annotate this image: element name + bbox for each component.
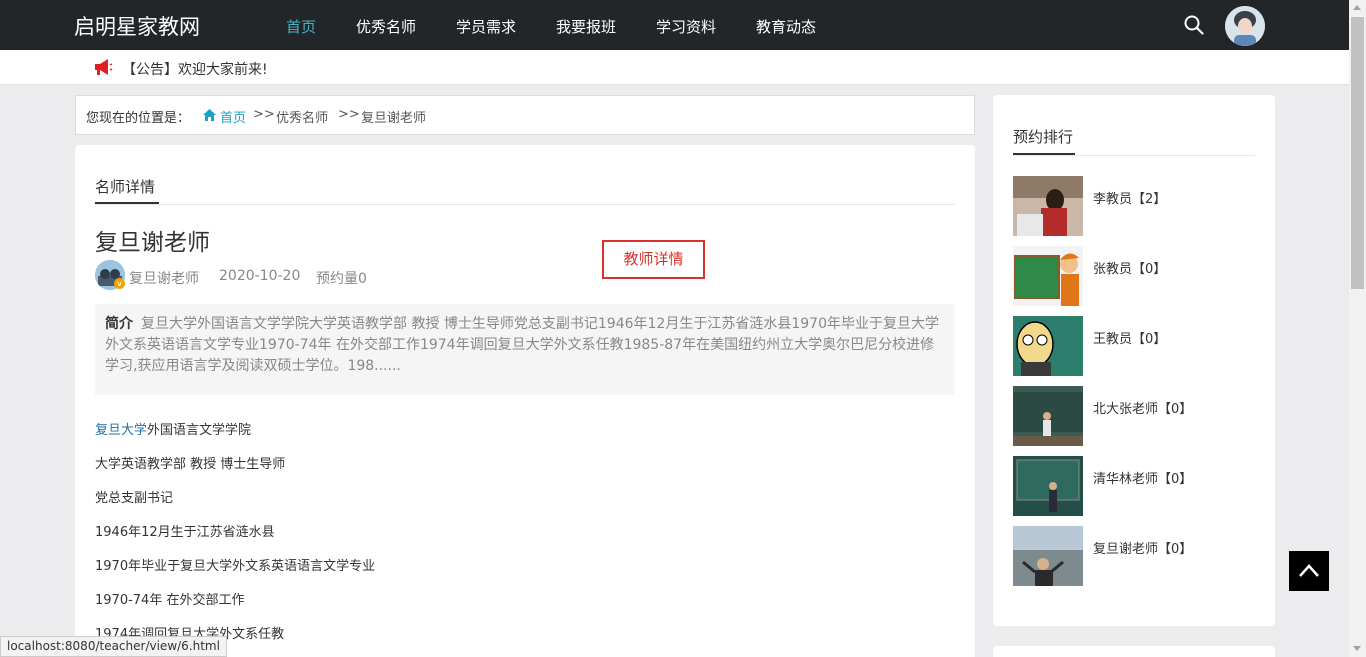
nav-home[interactable]: 首页 [286,16,316,37]
user-avatar[interactable] [1225,6,1265,46]
meta-date: 2020-10-20 [219,268,301,284]
booking-ranking-panel: 预约排行 李教员【2】 张教员【0】 王教员【0】 北大张老师【0】 清华林老师… [993,95,1275,626]
scroll-up-arrow-icon[interactable] [1353,5,1361,10]
content-paragraph: 1970-74年 在外交部工作 [95,593,245,608]
divider [95,204,955,205]
paragraph-text: 外国语言文学学院 [147,423,252,438]
top-navbar: 启明星家教网 首页 优秀名师 学员需求 我要报班 学习资料 教育动态 [0,0,1349,50]
rank-thumbnail[interactable] [1013,246,1083,306]
content-paragraph: 1970年毕业于复旦大学外文系英语语言文学专业 [95,559,376,574]
rank-item-label[interactable]: 李教员【2】 [1093,188,1166,207]
intro-text: 复旦大学外国语言文学学院大学英语教学部 教授 博士生导师党总支副书记1946年1… [105,316,939,374]
breadcrumb-current: 复旦谢老师 [361,111,427,126]
sidebar-title: 预约排行 [1013,128,1074,146]
home-icon [203,109,216,121]
nav-teachers[interactable]: 优秀名师 [356,16,416,37]
back-to-top-button[interactable] [1289,551,1329,591]
rank-item-label[interactable]: 清华林老师【0】 [1093,468,1192,487]
rank-item-label[interactable]: 复旦谢老师【0】 [1093,538,1192,557]
rank-thumbnail[interactable] [1013,386,1083,446]
nav-news[interactable]: 教育动态 [756,16,816,37]
university-link[interactable]: 复旦大学 [95,423,147,438]
teacher-name: 复旦谢老师 [95,230,210,256]
content-paragraph: 1946年12月生于江苏省涟水县 [95,525,275,540]
content-paragraph: 复旦大学外国语言文学学院 [95,419,251,438]
chevron-up-icon [1299,564,1319,577]
teacher-detail-card: 名师详情 复旦谢老师 v 复旦谢老师 2020-10-20 预约量0 教师详情 … [75,145,975,657]
announcement-bar: 【公告】欢迎大家前来! [0,50,1349,85]
intro-label: 简介 [105,316,133,332]
content-paragraph: 大学英语教学部 教授 博士生导师 [95,457,286,472]
meta-author: 复旦谢老师 [129,271,199,287]
nav-materials[interactable]: 学习资料 [656,16,716,37]
breadcrumb-label: 您现在的位置是： [86,111,191,126]
teacher-detail-button[interactable]: 教师详情 [602,240,705,279]
search-icon[interactable] [1183,14,1205,36]
rank-thumbnail[interactable] [1013,456,1083,516]
rank-thumbnail[interactable] [1013,316,1083,376]
content-paragraph: 党总支副书记 [95,491,174,506]
verified-badge-icon: v [114,278,125,289]
intro-box: 简介 复旦大学外国语言文学学院大学英语教学部 教授 博士生导师党总支副书记1946… [95,304,955,395]
rank-thumbnail[interactable] [1013,176,1083,236]
rank-thumbnail[interactable] [1013,526,1083,586]
nav-enroll[interactable]: 我要报班 [556,16,616,37]
divider [1013,155,1255,156]
breadcrumb-separator: >> [338,107,360,122]
breadcrumb-separator: >> [253,107,275,122]
megaphone-icon [95,59,113,75]
sidebar-title-underline [1013,153,1075,155]
breadcrumb: 您现在的位置是： 首页 >> 优秀名师 >> 复旦谢老师 [75,95,975,135]
section-title-underline [95,202,159,204]
site-logo[interactable]: 启明星家教网 [74,11,200,41]
scrollbar-thumb[interactable] [1351,17,1364,289]
section-title: 名师详情 [95,178,156,196]
breadcrumb-teachers-link[interactable]: 优秀名师 [276,107,328,126]
rank-item-label[interactable]: 王教员【0】 [1093,328,1166,347]
sidebar-panel-secondary [993,646,1275,657]
rank-item-label[interactable]: 北大张老师【0】 [1093,398,1192,417]
scroll-down-arrow-icon[interactable] [1353,646,1361,651]
browser-status-url: localhost:8080/teacher/view/6.html [0,636,227,657]
meta-bookings: 预约量0 [316,271,367,287]
rank-item-label[interactable]: 张教员【0】 [1093,258,1166,277]
announcement-text: 【公告】欢迎大家前来! [122,62,268,78]
breadcrumb-home-link[interactable]: 首页 [220,107,246,126]
nav-student-needs[interactable]: 学员需求 [456,16,516,37]
